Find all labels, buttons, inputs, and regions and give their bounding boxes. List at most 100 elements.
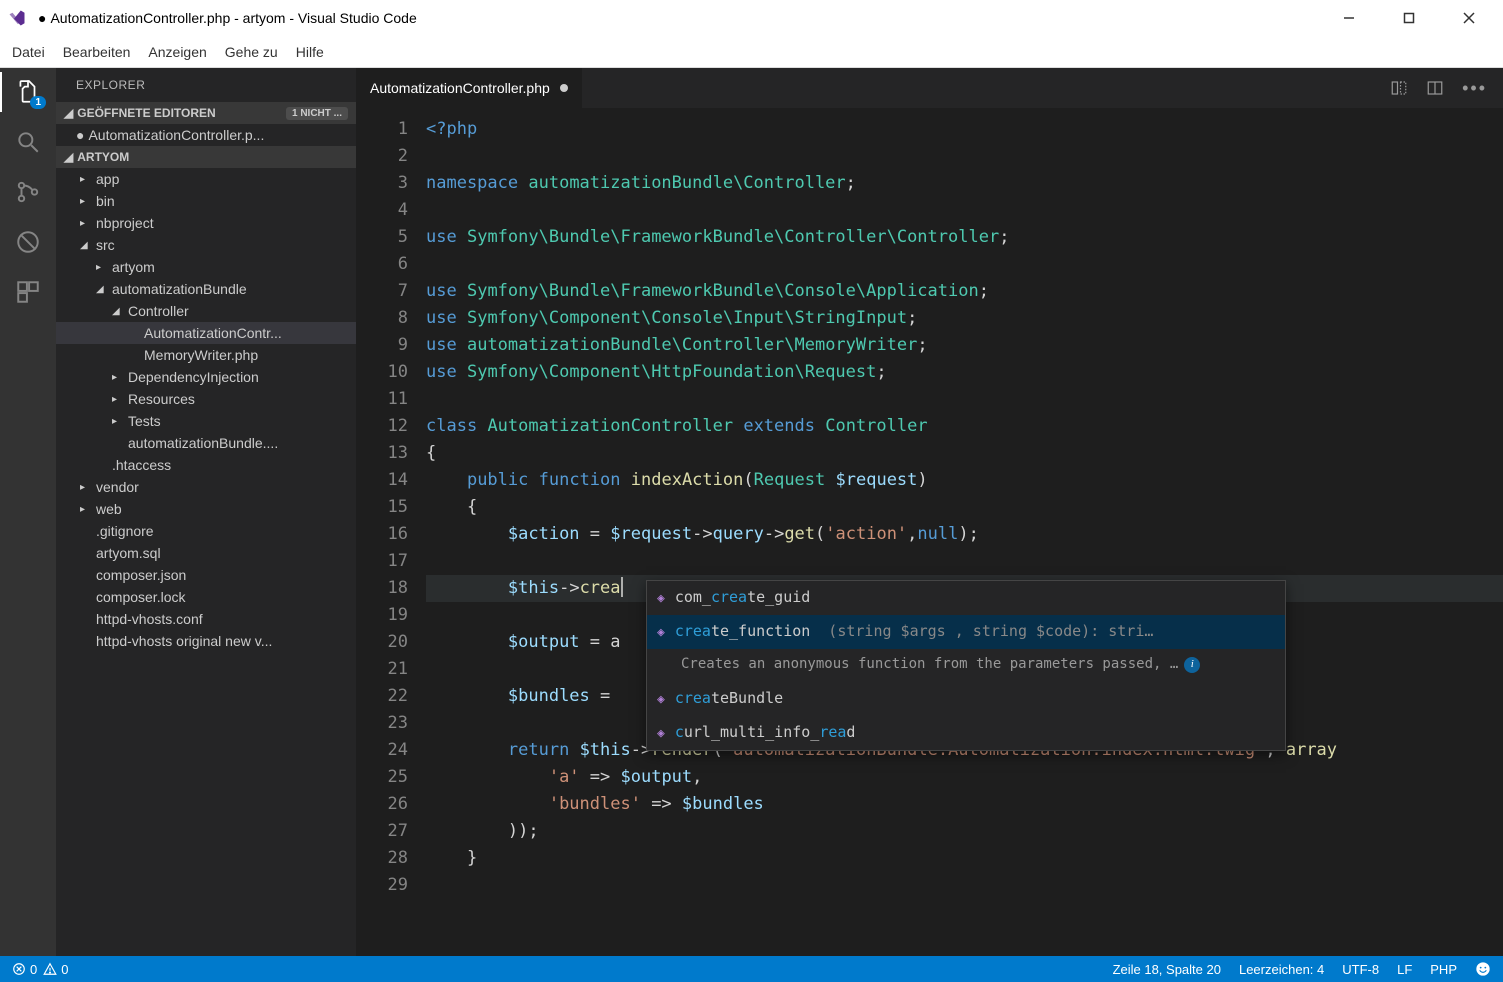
method-icon: ◈ [657,585,665,612]
tree-item[interactable]: artyom.sql [56,542,356,564]
code-content[interactable]: <?phpnamespace automatizationBundle\Cont… [426,108,1503,956]
info-icon[interactable]: i [1184,657,1200,673]
tree-item-label: Tests [128,413,161,429]
chevron-icon: ▸ [112,372,124,383]
source-control-icon[interactable] [14,178,42,206]
status-warnings[interactable]: 0 [43,962,68,977]
chevron-icon: ▸ [96,262,108,273]
status-indent[interactable]: Leerzeichen: 4 [1239,962,1324,977]
dirty-dot: ● [38,10,46,26]
tree-item-label: bin [96,193,115,209]
tree-item[interactable]: ▸ bin [56,190,356,212]
sidebar: EXPLORER ◢ GEÖFFNETE EDITOREN 1 NICHT ..… [56,68,356,956]
tree-item[interactable]: ▸nbproject [56,212,356,234]
tree-item[interactable]: httpd-vhosts.conf [56,608,356,630]
workspace-header[interactable]: ◢ ARTYOM [56,146,356,168]
tab-bar: AutomatizationController.php ••• [356,68,1503,108]
chevron-icon: ◢ [112,306,124,317]
tree-item[interactable]: automatizationBundle.... [56,432,356,454]
status-encoding[interactable]: UTF-8 [1342,962,1379,977]
tree-item-label: httpd-vhosts original new v... [96,633,272,649]
tree-item[interactable]: ▸ artyom [56,256,356,278]
feedback-icon[interactable] [1475,961,1491,977]
search-icon[interactable] [14,128,42,156]
tree-item-label: .htaccess [112,457,171,473]
tree-item-label: automatizationBundle.... [128,435,278,451]
workspace-label: ARTYOM [77,150,129,164]
explorer-icon[interactable]: 1 [14,78,42,106]
menu-view[interactable]: Anzeigen [148,44,206,60]
explorer-badge: 1 [30,96,46,109]
status-eol[interactable]: LF [1397,962,1412,977]
open-editor-item[interactable]: ● AutomatizationController.p... [56,124,356,146]
close-button[interactable] [1455,4,1483,32]
method-icon: ◈ [657,619,665,646]
open-editor-label: AutomatizationController.p... [88,127,264,143]
window-title: AutomatizationController.php - artyom - … [50,10,416,26]
tree-item[interactable]: MemoryWriter.php [56,344,356,366]
tree-item[interactable]: composer.json [56,564,356,586]
tree-item-label: Resources [128,391,195,407]
chevron-icon: ▸ [80,196,92,207]
compare-icon[interactable] [1390,79,1408,97]
split-editor-icon[interactable] [1426,79,1444,97]
tree-item[interactable]: ▸DependencyInjection [56,366,356,388]
open-editors-header[interactable]: ◢ GEÖFFNETE EDITOREN 1 NICHT ... [56,102,356,124]
tree-item[interactable]: ▸Resources [56,388,356,410]
file-tree: ▸app▸bin▸nbproject◢src▸artyom◢automatiza… [56,168,356,956]
maximize-button[interactable] [1395,4,1423,32]
chevron-down-icon: ◢ [64,150,73,164]
code-editor[interactable]: 1234567891011121314151617181920212223242… [356,108,1503,956]
menu-file[interactable]: Datei [12,44,45,60]
tree-item[interactable]: ◢src [56,234,356,256]
suggest-signature: (string $args , string $code): stri… [828,618,1153,645]
tab-label: AutomatizationController.php [370,80,550,96]
suggest-item[interactable]: ◈curl_multi_info_read [647,716,1285,750]
tree-item-label: automatizationBundle [112,281,247,297]
tree-item[interactable]: ▸Tests [56,410,356,432]
chevron-icon: ◢ [96,284,108,295]
extensions-icon[interactable] [14,278,42,306]
open-editors-badge: 1 NICHT ... [286,107,348,120]
menu-edit[interactable]: Bearbeiten [63,44,131,60]
tree-item-label: Controller [128,303,189,319]
tree-item-label: .gitignore [96,523,154,539]
suggest-item[interactable]: ◈createBundle [647,682,1285,716]
tree-item[interactable]: composer.lock [56,586,356,608]
tree-item[interactable]: httpd-vhosts original new v... [56,630,356,652]
tree-item[interactable]: .gitignore [56,520,356,542]
tree-item-label: artyom.sql [96,545,161,561]
menu-goto[interactable]: Gehe zu [225,44,278,60]
method-icon: ◈ [657,720,665,747]
tab-dirty-icon [560,84,568,92]
menu-help[interactable]: Hilfe [296,44,324,60]
line-gutter: 1234567891011121314151617181920212223242… [356,108,426,956]
tree-item[interactable]: .htaccess [56,454,356,476]
tree-item-label: composer.lock [96,589,185,605]
suggest-widget[interactable]: ◈com_create_guid◈create_function(string … [646,580,1286,751]
chevron-icon: ▸ [80,218,92,229]
tab-active[interactable]: AutomatizationController.php [356,68,582,108]
tree-item[interactable]: ▸vendor [56,476,356,498]
status-cursor-pos[interactable]: Zeile 18, Spalte 20 [1113,962,1221,977]
tree-item[interactable]: ▸app [56,168,356,190]
tree-item-label: web [96,501,122,517]
tree-item[interactable]: ◢ Controller [56,300,356,322]
minimize-button[interactable] [1335,4,1363,32]
more-icon[interactable]: ••• [1462,78,1487,99]
tree-item[interactable]: ◢ automatizationBundle [56,278,356,300]
suggest-item[interactable]: ◈create_function(string $args , string $… [647,615,1285,649]
tree-item-label: AutomatizationContr... [144,325,282,341]
debug-icon[interactable] [14,228,42,256]
editor-area: AutomatizationController.php ••• 1234567… [356,68,1503,956]
tree-item-label: artyom [112,259,155,275]
tree-item[interactable]: ▸web [56,498,356,520]
suggest-item[interactable]: ◈com_create_guid [647,581,1285,615]
tree-item[interactable]: AutomatizationContr... [56,322,356,344]
status-language[interactable]: PHP [1430,962,1457,977]
menubar: Datei Bearbeiten Anzeigen Gehe zu Hilfe [0,36,1503,68]
tree-item-label: MemoryWriter.php [144,347,258,363]
activity-bar: 1 [0,68,56,956]
status-errors[interactable]: 0 [12,962,37,977]
tree-item-label: src [96,237,115,253]
